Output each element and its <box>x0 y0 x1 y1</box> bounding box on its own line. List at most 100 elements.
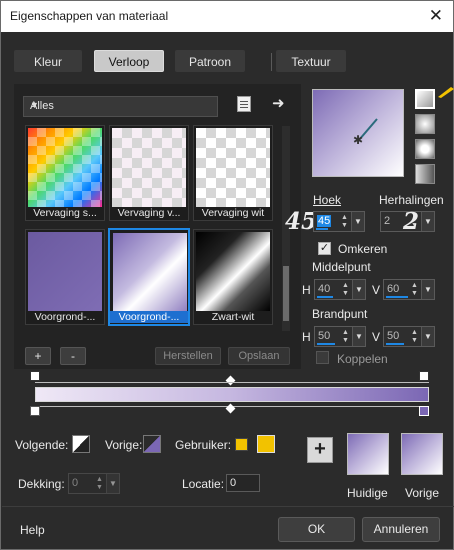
thumb-label: Vervaging s... <box>33 207 97 219</box>
gradient-bar[interactable] <box>35 387 429 402</box>
focal-h-level-bar <box>317 343 335 345</box>
focal-v-label: V <box>372 330 381 344</box>
link-label: Koppelen <box>337 352 388 366</box>
next-label: Volgende: <box>15 438 69 452</box>
rectangular-style-button[interactable] <box>415 114 435 134</box>
chevron-down-icon[interactable]: ▼ <box>421 280 434 299</box>
user-color-picker[interactable] <box>257 435 275 453</box>
gradient-thumb-vervaging-v[interactable]: Vervaging v... <box>109 125 189 221</box>
link-checkbox[interactable] <box>316 351 329 364</box>
current-material-swatch[interactable] <box>347 433 389 475</box>
gradient-thumb-zwart-wit[interactable]: Zwart-wit <box>193 229 273 325</box>
opacity-midpoint[interactable] <box>225 375 236 386</box>
focal-label: Brandpunt <box>312 307 368 321</box>
thumb-image <box>112 128 186 207</box>
color-stop-right[interactable] <box>419 406 429 416</box>
repeats-value: 2 <box>384 215 391 227</box>
remove-gradient-button[interactable]: - <box>60 347 86 365</box>
tab-patroon[interactable]: Patroon <box>175 50 245 72</box>
location-value: 0 <box>230 477 237 489</box>
center-label: Middelpunt <box>312 260 371 274</box>
help-link[interactable]: Help <box>20 523 45 537</box>
svg-text:✱: ✱ <box>353 133 363 147</box>
chevron-down-icon[interactable]: ▼ <box>421 327 434 346</box>
tab-textuur[interactable]: Textuur <box>276 50 346 72</box>
focal-v-spinner[interactable]: 50 ▲ ▼ ▼ <box>383 326 435 347</box>
thumb-label: Vervaging v... <box>117 207 181 219</box>
foreground-color-icon[interactable] <box>72 435 90 453</box>
scrollbar-thumb[interactable] <box>283 266 289 321</box>
spin-down-icon[interactable]: ▼ <box>409 289 420 298</box>
previous-label: Vorige <box>405 486 440 500</box>
color-stop-left[interactable] <box>30 406 40 416</box>
location-input[interactable]: 0 <box>226 474 260 492</box>
gradient-thumb-vervaging-s[interactable]: Vervaging s... <box>25 125 105 221</box>
chevron-down-icon: ▼ <box>30 100 39 110</box>
repeats-label: Herhalingen <box>379 193 444 207</box>
chevron-down-icon[interactable]: ▼ <box>351 212 364 231</box>
spin-down-icon[interactable]: ▼ <box>339 221 350 230</box>
center-h-spinner[interactable]: 40 ▲ ▼ ▼ <box>314 279 366 300</box>
pencil-pointer-icon <box>438 87 454 98</box>
thumb-image <box>196 232 270 311</box>
thumb-image <box>28 232 102 311</box>
spin-down-icon[interactable]: ▼ <box>340 336 351 345</box>
gradient-thumb-voorgrond-2[interactable]: Voorgrond-... <box>108 228 190 326</box>
prev-label: Vorige: <box>105 438 143 452</box>
spin-down-icon[interactable]: ▼ <box>409 336 420 345</box>
spin-down-icon[interactable]: ▼ <box>94 483 105 492</box>
chevron-down-icon[interactable]: ▼ <box>352 280 365 299</box>
center-v-level-bar <box>386 296 408 298</box>
previous-material-swatch[interactable] <box>401 433 443 475</box>
opacity-stop-left[interactable] <box>30 371 40 381</box>
close-icon[interactable]: ✕ <box>429 6 443 26</box>
tab-divider <box>271 53 272 71</box>
ok-button[interactable]: OK <box>278 517 355 542</box>
chevron-down-icon[interactable]: ▼ <box>352 327 365 346</box>
opacity-stop-right[interactable] <box>419 371 429 381</box>
opacity-label: Dekking: <box>18 477 65 491</box>
title-bar: Eigenschappen van materiaal ✕ <box>1 1 453 32</box>
add-gradient-button[interactable]: + <box>25 347 51 365</box>
opacity-spinner[interactable]: 0 ▲ ▼ ▼ <box>68 473 120 494</box>
chevron-down-icon[interactable]: ▼ <box>106 474 119 493</box>
gradient-thumb-vervaging-wit[interactable]: Vervaging wit <box>193 125 273 221</box>
thumb-label: Zwart-wit <box>211 311 255 323</box>
background-color-icon[interactable] <box>143 435 161 453</box>
tab-verloop[interactable]: Verloop <box>94 50 164 72</box>
radial-style-button[interactable] <box>415 139 435 159</box>
focal-h-label: H <box>302 330 311 344</box>
angle-level-bar <box>316 228 328 230</box>
linear-style-button[interactable] <box>415 89 435 109</box>
invert-label: Omkeren <box>338 242 388 256</box>
center-v-spinner[interactable]: 60 ▲ ▼ ▼ <box>383 279 435 300</box>
user-color-swatch[interactable] <box>235 438 248 451</box>
center-v-value: 60 <box>387 283 400 295</box>
window-title: Eigenschappen van materiaal <box>10 9 169 23</box>
cancel-button[interactable]: Annuleren <box>362 517 440 542</box>
gradient-thumb-voorgrond-1[interactable]: Voorgrond-... <box>25 229 105 325</box>
material-properties-dialog: Eigenschappen van materiaal ✕ Kleur Verl… <box>0 0 454 550</box>
gradient-preview[interactable]: ✱ <box>312 89 404 177</box>
thumb-label: Voorgrond-... <box>34 311 96 323</box>
thumb-image <box>113 233 187 312</box>
spin-down-icon[interactable]: ▼ <box>340 289 351 298</box>
angle-spinner[interactable]: 45 ▲ ▼ ▼ <box>313 211 365 232</box>
reset-button[interactable]: Herstellen <box>155 347 221 365</box>
focal-h-spinner[interactable]: 50 ▲ ▼ ▼ <box>314 326 366 347</box>
center-h-label: H <box>302 283 311 297</box>
opacity-value: 0 <box>72 477 79 489</box>
user-label: Gebruiker: <box>175 438 232 452</box>
sunburst-style-button[interactable] <box>415 164 435 184</box>
chevron-down-icon[interactable]: ▼ <box>421 212 434 231</box>
thumb-image <box>196 128 270 207</box>
library-file-icon[interactable] <box>237 96 251 112</box>
invert-checkbox[interactable]: ✓ <box>318 242 331 255</box>
tab-kleur[interactable]: Kleur <box>14 50 82 72</box>
center-h-value: 40 <box>318 283 331 295</box>
arrow-right-icon[interactable]: ➜ <box>272 94 285 112</box>
category-select[interactable]: Alles ▼ <box>23 96 218 117</box>
save-gradient-button[interactable]: Opslaan <box>228 347 290 365</box>
add-to-swatches-button[interactable]: + <box>307 437 333 463</box>
repeats-annotation: 2 <box>403 208 420 235</box>
